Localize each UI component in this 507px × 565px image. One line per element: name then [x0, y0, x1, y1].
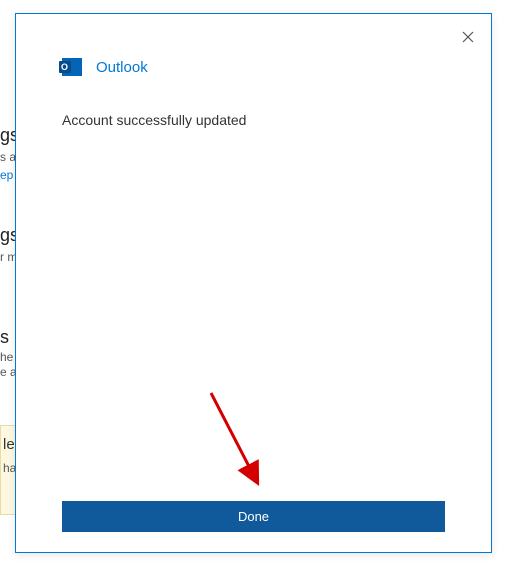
close-button[interactable]: [459, 28, 477, 46]
bg-desc-3a: he: [0, 350, 13, 364]
outlook-icon: [62, 58, 82, 76]
app-name: Outlook: [96, 59, 148, 76]
bg-warning-title: le: [3, 436, 15, 453]
dialog-header: Outlook: [16, 14, 491, 76]
close-icon: [462, 31, 474, 43]
account-updated-dialog: Outlook Account successfully updated Don…: [15, 13, 492, 553]
success-message: Account successfully updated: [16, 76, 491, 128]
bg-heading-3: s: [0, 327, 9, 348]
done-button[interactable]: Done: [62, 501, 445, 532]
